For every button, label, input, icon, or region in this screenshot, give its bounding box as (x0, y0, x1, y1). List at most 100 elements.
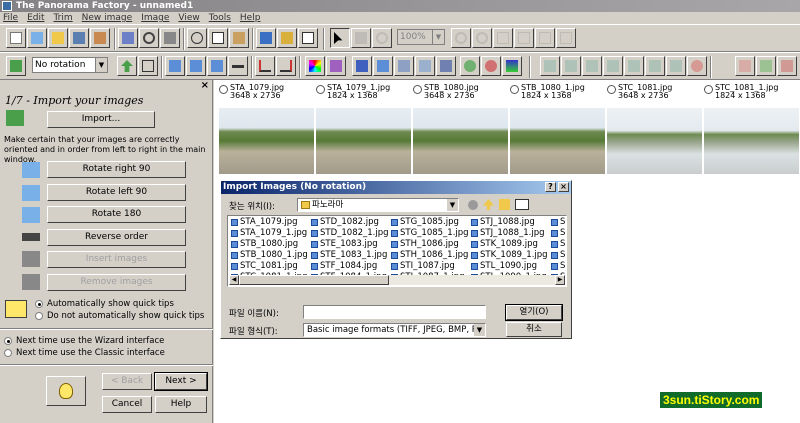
zoom-out-button[interactable] (472, 28, 492, 48)
dialog-help-button[interactable]: ? (545, 182, 556, 192)
paste-button[interactable] (229, 28, 249, 48)
file-item[interactable]: S (550, 228, 565, 239)
print-button[interactable] (603, 56, 623, 76)
color-correct-button[interactable] (305, 56, 325, 76)
back-icon[interactable] (468, 200, 478, 210)
horizontal-scrollbar[interactable]: ◀ ▶ (229, 275, 565, 285)
reverse-order-button[interactable]: Reverse order (47, 229, 186, 246)
thumbnail[interactable]: STB_1080.jpg 3648 x 2736 (413, 84, 508, 174)
rotate-right-tb-button[interactable] (186, 56, 206, 76)
file-item[interactable]: STG_1085_1.jpg (390, 228, 469, 239)
save-button[interactable] (69, 28, 89, 48)
fit-width-button[interactable] (514, 28, 534, 48)
align-button[interactable] (352, 56, 372, 76)
find-button[interactable] (139, 28, 159, 48)
copy-button[interactable] (208, 28, 228, 48)
file-item[interactable]: STB_1080_1.jpg (230, 250, 308, 261)
wizard-button[interactable] (27, 28, 47, 48)
file-item[interactable]: STE_1083.jpg (310, 239, 389, 250)
file-list[interactable]: STA_1079.jpg STA_1079_1.jpg STB_1080.jpg… (227, 215, 567, 287)
cancel-button[interactable]: Cancel (102, 396, 152, 413)
histogram-button[interactable] (502, 56, 522, 76)
file-item[interactable]: S (550, 250, 565, 261)
new-button[interactable] (6, 28, 26, 48)
flip-button[interactable] (207, 56, 227, 76)
file-item[interactable]: STH_1086.jpg (390, 239, 469, 250)
cut-button[interactable] (187, 28, 207, 48)
batch-button[interactable] (90, 28, 110, 48)
filename-input[interactable] (303, 305, 486, 319)
file-item[interactable]: S (550, 239, 565, 250)
import-button[interactable] (6, 56, 26, 76)
open-button[interactable]: 열기(O) (505, 304, 563, 321)
menu-tools[interactable]: Tools (209, 12, 231, 24)
rotate-right-button[interactable]: Rotate right 90 (47, 161, 186, 178)
back-button[interactable]: < Back (102, 373, 152, 390)
file-item[interactable]: STJ_1088_1.jpg (470, 228, 548, 239)
open-button[interactable] (48, 28, 68, 48)
radio-auto-tips[interactable]: Automatically show quick tips (35, 299, 174, 309)
balance-button[interactable] (436, 56, 456, 76)
look-in-select[interactable]: 파노라마 ▼ (297, 198, 459, 212)
rotation-select[interactable]: No rotation ▼ (32, 57, 108, 73)
zoom-select[interactable]: 100% ▼ (397, 29, 445, 45)
fit-button[interactable] (493, 28, 513, 48)
zoom-in-button[interactable] (451, 28, 471, 48)
menu-view[interactable]: View (178, 12, 199, 24)
panorama-button[interactable] (561, 56, 581, 76)
reject-button[interactable] (777, 56, 797, 76)
thumbnail[interactable]: STA_1079.jpg 3648 x 2736 (219, 84, 314, 174)
circle-button[interactable] (460, 56, 480, 76)
file-item[interactable]: STK_1089_1.jpg (470, 250, 548, 261)
color-adjust-button[interactable] (326, 56, 346, 76)
thumbnail[interactable]: STC_1081.jpg 3648 x 2736 (607, 84, 702, 174)
record-button[interactable] (687, 56, 707, 76)
thumbnail[interactable]: STB_1080_1.jpg 1824 x 1368 (510, 84, 605, 174)
close-icon[interactable]: × (201, 80, 209, 91)
radio-classic-interface[interactable]: Next time use the Classic interface (4, 348, 165, 358)
scrollbar-thumb[interactable] (239, 275, 389, 285)
crop-right-button[interactable] (276, 56, 296, 76)
help-button[interactable]: Help (155, 396, 207, 413)
layout-button[interactable] (138, 56, 158, 76)
filetype-select[interactable]: Basic image formats (TIFF, JPEG, BMP, PN… (303, 323, 486, 337)
fit-height-button[interactable] (535, 28, 555, 48)
menu-new-image[interactable]: New image (82, 12, 133, 24)
sharpen-button[interactable] (373, 56, 393, 76)
reverse-tb-button[interactable] (228, 56, 248, 76)
menu-trim[interactable]: Trim (54, 12, 73, 24)
up-folder-icon[interactable] (483, 199, 494, 210)
tile-button[interactable] (735, 56, 755, 76)
dialog-close-button[interactable]: × (558, 182, 569, 192)
view-menu-icon[interactable] (515, 199, 529, 210)
rotate-180-button[interactable]: Rotate 180 (47, 206, 186, 223)
blend-button[interactable] (394, 56, 414, 76)
remove-images-button[interactable]: Remove images (47, 274, 186, 291)
help-pointer-button[interactable] (298, 28, 318, 48)
file-item[interactable]: STJ_1088.jpg (470, 217, 548, 228)
next-button[interactable]: Next > (154, 372, 208, 391)
hand-tool-button[interactable] (351, 28, 371, 48)
file-item[interactable]: STC_1081.jpg (230, 261, 308, 272)
file-item[interactable]: STD_1082.jpg (310, 217, 389, 228)
rotate-left-button[interactable]: Rotate left 90 (47, 184, 186, 201)
preview-button[interactable] (666, 56, 686, 76)
file-item[interactable]: S (550, 261, 565, 272)
web-button[interactable] (624, 56, 644, 76)
erase-button[interactable] (160, 28, 180, 48)
scroll-right-icon[interactable]: ▶ (555, 275, 565, 285)
file-item[interactable]: STB_1080.jpg (230, 239, 308, 250)
grid-button[interactable] (415, 56, 435, 76)
scroll-left-icon[interactable]: ◀ (229, 275, 239, 285)
menu-file[interactable]: File (3, 12, 18, 24)
tools-button[interactable] (277, 28, 297, 48)
file-item[interactable]: STK_1089.jpg (470, 239, 548, 250)
menu-image[interactable]: Image (141, 12, 169, 24)
rotate-left-tb-button[interactable] (165, 56, 185, 76)
file-item[interactable]: STH_1086_1.jpg (390, 250, 469, 261)
quick-tip-button[interactable] (46, 376, 86, 406)
stitch-button[interactable] (118, 28, 138, 48)
file-item[interactable]: STA_1079.jpg (230, 217, 308, 228)
crop-left-button[interactable] (255, 56, 275, 76)
full-view-button[interactable] (556, 28, 576, 48)
